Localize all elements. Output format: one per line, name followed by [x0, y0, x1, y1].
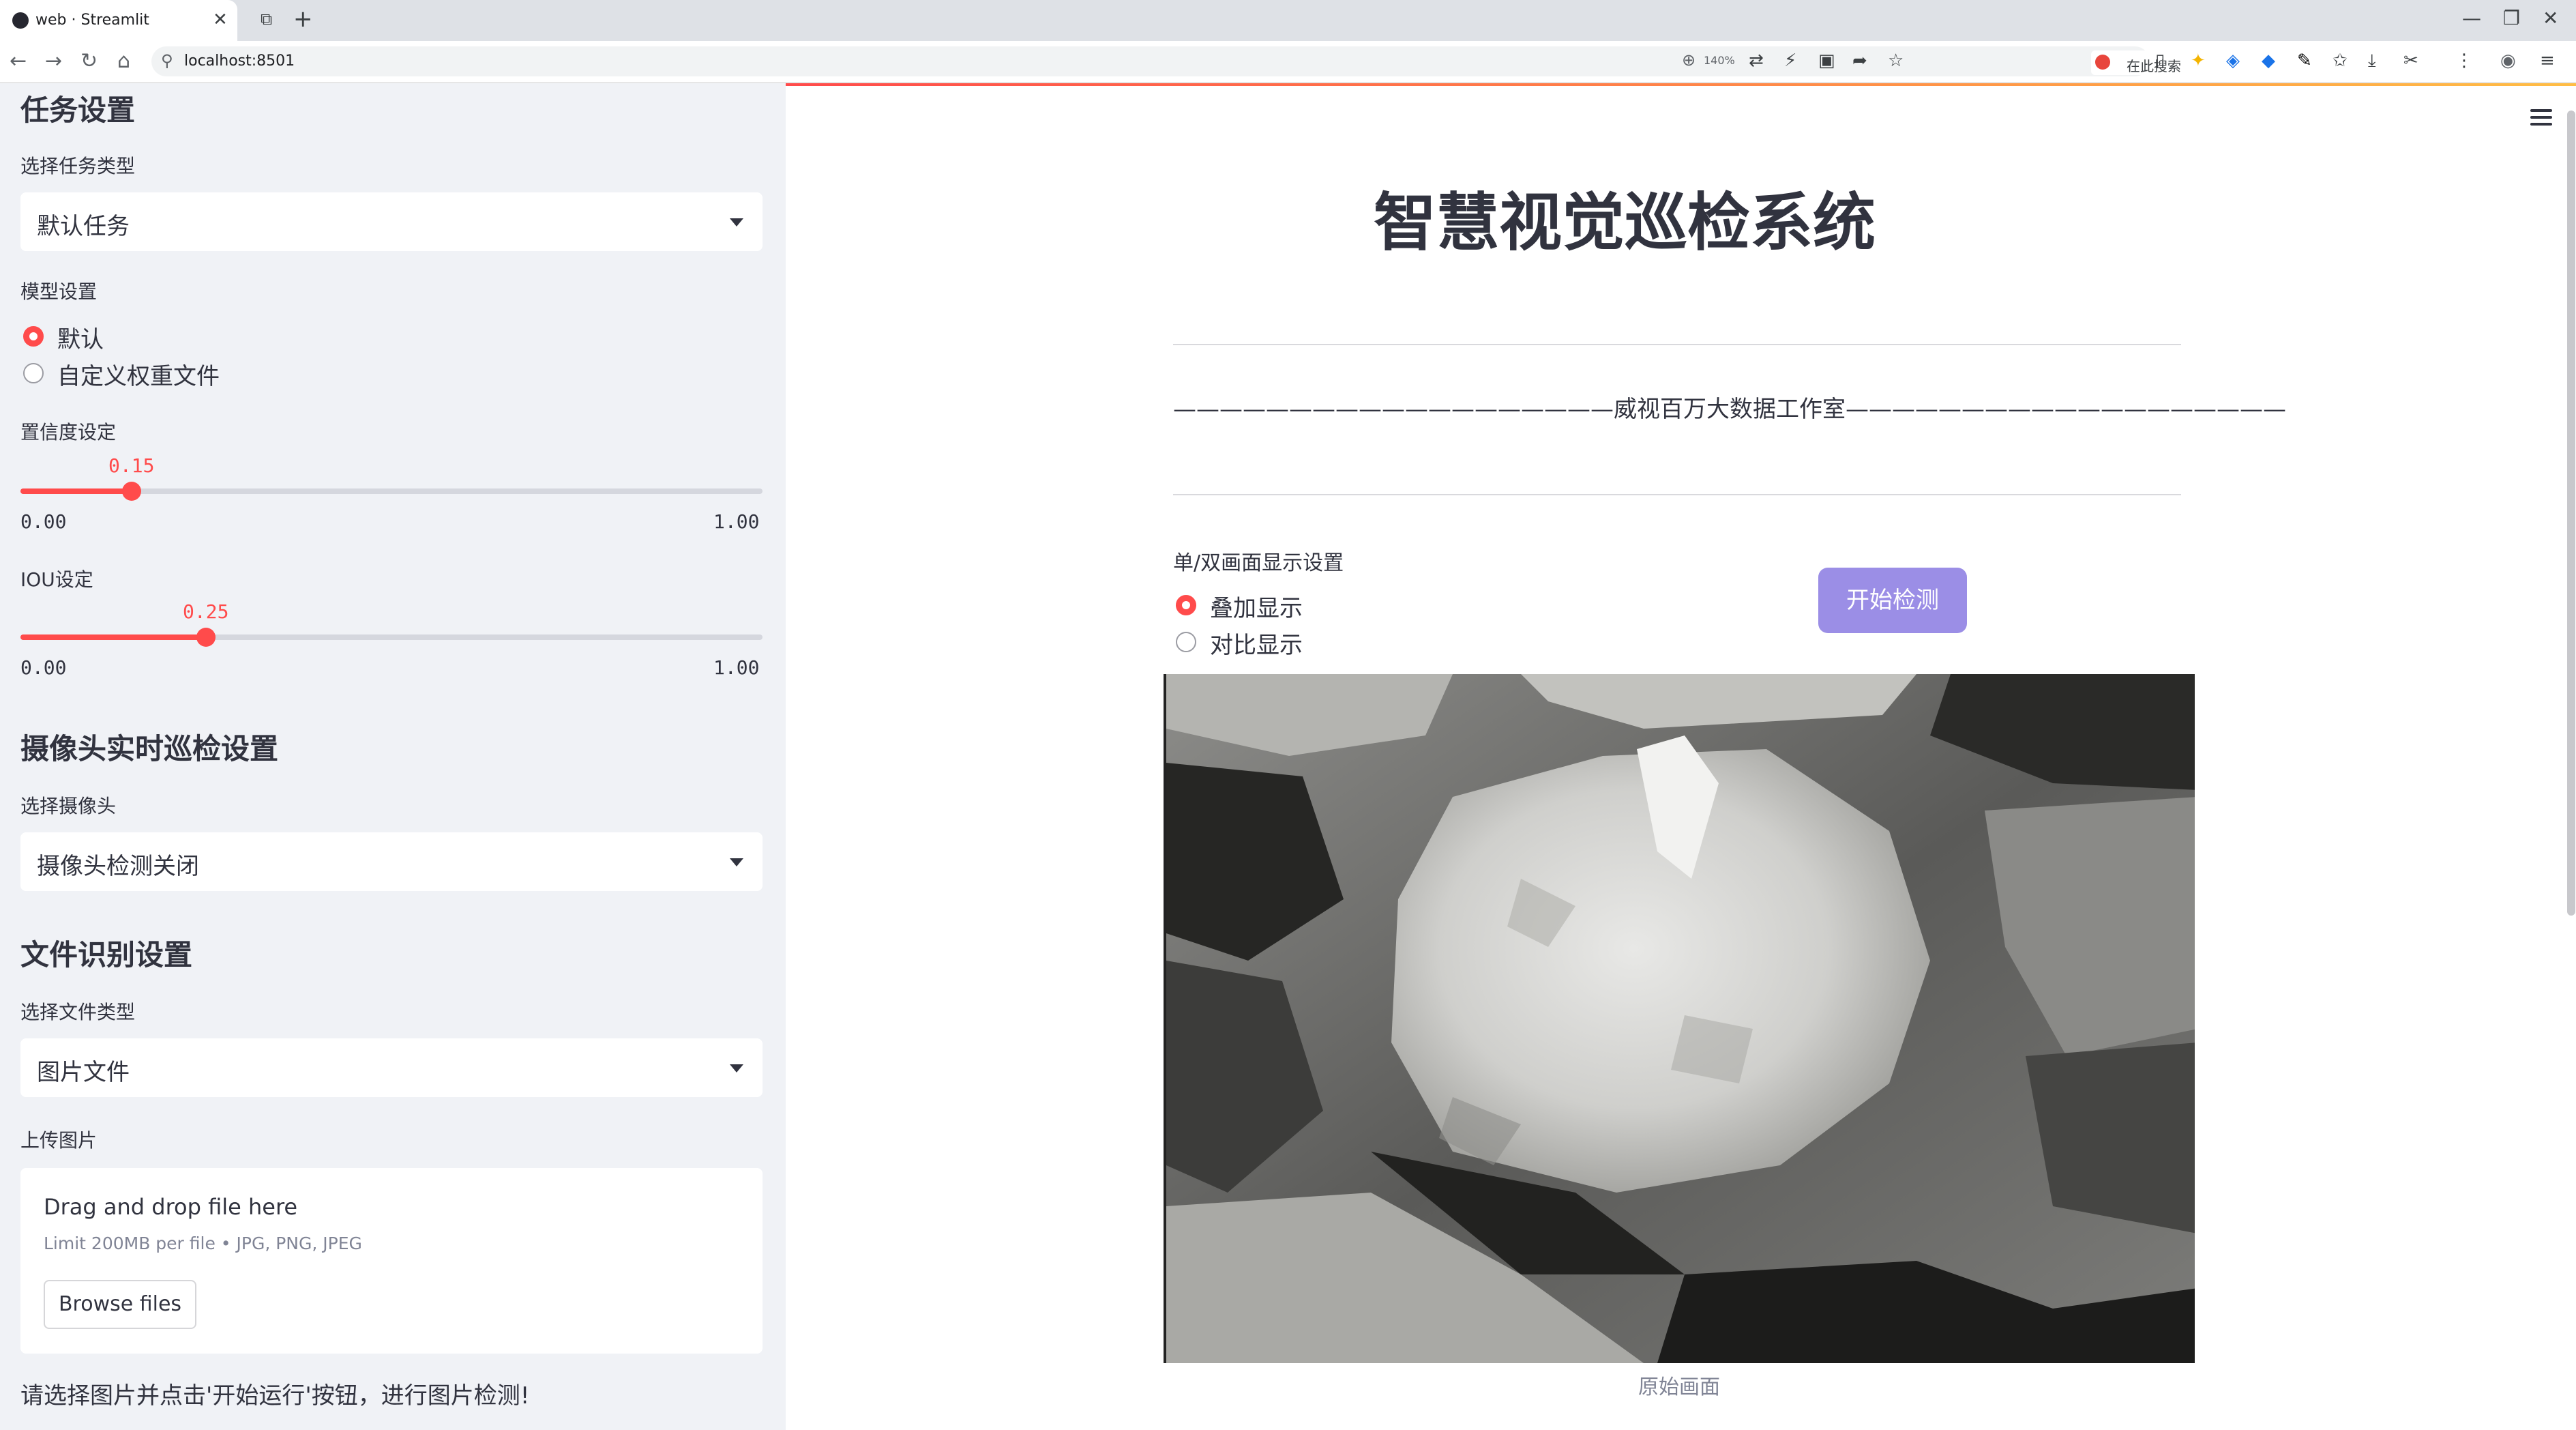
- start-detection-button[interactable]: 开始检测: [1818, 568, 1967, 633]
- zoom-level[interactable]: 140%: [1704, 54, 1735, 67]
- iou-slider-fill: [20, 634, 206, 640]
- confidence-value: 0.15: [108, 454, 155, 477]
- home-icon[interactable]: ⌂: [117, 49, 130, 73]
- display-option-label: 叠加显示: [1210, 595, 1303, 622]
- extension-translate-icon[interactable]: ◆: [2262, 50, 2275, 71]
- model-option-label: 默认: [57, 326, 104, 353]
- sidebar: 任务设置 选择任务类型 默认任务 模型设置 默认 自定义权重文件 置信度设定 0…: [0, 83, 786, 1430]
- display-option-label: 对比显示: [1210, 632, 1303, 659]
- extension-pen-icon[interactable]: ✎: [2297, 50, 2312, 71]
- browser-tab-bar: web · Streamlit ✕ ⧉ + — ❐ ✕: [0, 0, 2576, 41]
- confidence-max: 1.00: [713, 510, 760, 533]
- browser-tab[interactable]: web · Streamlit ✕: [0, 0, 237, 41]
- main-content: 智慧视觉巡检系统 ———————————————————威视百万大数据工作室——…: [786, 83, 2576, 1430]
- chevron-down-icon: [730, 1064, 743, 1072]
- address-bar[interactable]: ⚲ localhost:8501 ⊕ 140% ⇄ ⚡ ▣ ➦ ☆ 在此搜索: [151, 46, 2296, 76]
- camera-label: 选择摄像头: [20, 795, 117, 817]
- iou-min: 0.00: [20, 656, 67, 679]
- chevron-down-icon: [730, 218, 743, 227]
- profile-avatar-icon[interactable]: ◉: [2500, 50, 2516, 71]
- model-label: 模型设置: [20, 280, 98, 303]
- display-mode-label: 单/双画面显示设置: [1173, 551, 1344, 575]
- screenshot-icon[interactable]: ▣: [1818, 50, 1835, 71]
- translate-icon[interactable]: ⇄: [1749, 50, 1764, 71]
- lightning-icon[interactable]: ⚡: [1784, 50, 1796, 71]
- file-type-label: 选择文件类型: [20, 1001, 136, 1023]
- download-icon[interactable]: ⤓: [2368, 50, 2376, 72]
- model-option-label: 自定义权重文件: [57, 363, 220, 390]
- radio-selected-icon[interactable]: [23, 326, 44, 347]
- task-type-label: 选择任务类型: [20, 155, 136, 177]
- sidebar-info-text: 请选择图片并点击'开始运行'按钮，进行图片检测!: [20, 1382, 530, 1410]
- tab-groups-icon[interactable]: ⧉: [261, 10, 272, 29]
- iou-max: 1.00: [713, 656, 760, 679]
- forward-icon[interactable]: →: [45, 49, 62, 73]
- decoration-bar: [786, 83, 2576, 86]
- share-icon[interactable]: ➦: [1852, 50, 1867, 71]
- chevron-down-icon: [730, 858, 743, 866]
- iou-value: 0.25: [183, 600, 229, 623]
- reload-icon[interactable]: ↻: [80, 49, 98, 73]
- file-type-value: 图片文件: [37, 1059, 130, 1086]
- extension-puzzle-icon[interactable]: ◈: [2226, 50, 2240, 71]
- confidence-slider[interactable]: [20, 482, 763, 501]
- iou-slider-thumb[interactable]: [196, 628, 216, 647]
- iou-label: IOU设定: [20, 568, 93, 591]
- browse-files-button[interactable]: Browse files: [44, 1280, 196, 1329]
- file-type-select[interactable]: 图片文件: [20, 1038, 763, 1097]
- rock-photo-image: [1166, 674, 2195, 1363]
- image-caption: 原始画面: [1638, 1375, 1720, 1399]
- confidence-slider-thumb[interactable]: [122, 482, 141, 501]
- camera-select[interactable]: 摄像头检测关闭: [20, 832, 763, 891]
- favorites-icon[interactable]: ✩: [2333, 50, 2348, 71]
- hamburger-menu-icon[interactable]: [2530, 109, 2552, 126]
- original-image: [1164, 674, 2195, 1363]
- task-type-value: 默认任务: [37, 213, 130, 240]
- extension-star-icon[interactable]: ✦: [2191, 50, 2206, 71]
- dropzone-limit: Limit 200MB per file • JPG, PNG, JPEG: [44, 1234, 362, 1253]
- page-subtitle: ———————————————————威视百万大数据工作室———————————…: [1173, 396, 2286, 423]
- divider: [1173, 344, 2181, 345]
- minimize-icon[interactable]: —: [2462, 7, 2481, 29]
- confidence-min: 0.00: [20, 510, 67, 533]
- search-engine-icon[interactable]: [2095, 55, 2110, 70]
- browser-toolbar: ← → ↻ ⌂ ⚲ localhost:8501 ⊕ 140% ⇄ ⚡ ▣ ➦ …: [0, 41, 2576, 83]
- scissors-icon[interactable]: ✂: [2403, 50, 2418, 71]
- search-placeholder: 在此搜索: [2127, 58, 2181, 74]
- radio-selected-icon[interactable]: [1176, 595, 1196, 615]
- mobile-icon[interactable]: ▯: [2155, 50, 2165, 71]
- dropzone-title: Drag and drop file here: [44, 1194, 298, 1220]
- url-text[interactable]: localhost:8501: [184, 53, 295, 70]
- task-type-select[interactable]: 默认任务: [20, 192, 763, 251]
- scrollbar[interactable]: [2567, 111, 2575, 916]
- zoom-icon[interactable]: ⊕: [1682, 50, 1696, 70]
- window-close-icon[interactable]: ✕: [2543, 7, 2558, 29]
- iou-slider[interactable]: [20, 628, 763, 647]
- close-tab-icon[interactable]: ✕: [213, 10, 228, 30]
- browser-menu-icon[interactable]: ≡: [2540, 50, 2555, 71]
- radio-unselected-icon[interactable]: [1176, 632, 1196, 652]
- tab-title: web · Streamlit: [35, 12, 149, 29]
- bookmark-star-icon[interactable]: ☆: [1888, 50, 1904, 71]
- new-tab-icon[interactable]: +: [293, 5, 313, 33]
- radio-unselected-icon[interactable]: [23, 363, 44, 383]
- more-menu-icon[interactable]: ⋮: [2455, 50, 2473, 71]
- site-info-icon[interactable]: ⚲: [161, 51, 173, 70]
- restore-icon[interactable]: ❐: [2503, 7, 2520, 29]
- file-section-title: 文件识别设置: [20, 938, 193, 972]
- file-uploader-dropzone[interactable]: Drag and drop file here Limit 200MB per …: [20, 1168, 763, 1354]
- divider: [1173, 494, 2181, 495]
- confidence-slider-fill: [20, 488, 132, 494]
- back-icon[interactable]: ←: [10, 49, 27, 73]
- upload-label: 上传图片: [20, 1129, 98, 1152]
- task-section-title: 任务设置: [20, 93, 136, 127]
- streamlit-favicon-icon: [12, 12, 29, 29]
- confidence-label: 置信度设定: [20, 421, 117, 443]
- page-title: 智慧视觉巡检系统: [1373, 186, 1876, 259]
- camera-value: 摄像头检测关闭: [37, 853, 199, 880]
- camera-section-title: 摄像头实时巡检设置: [20, 732, 279, 765]
